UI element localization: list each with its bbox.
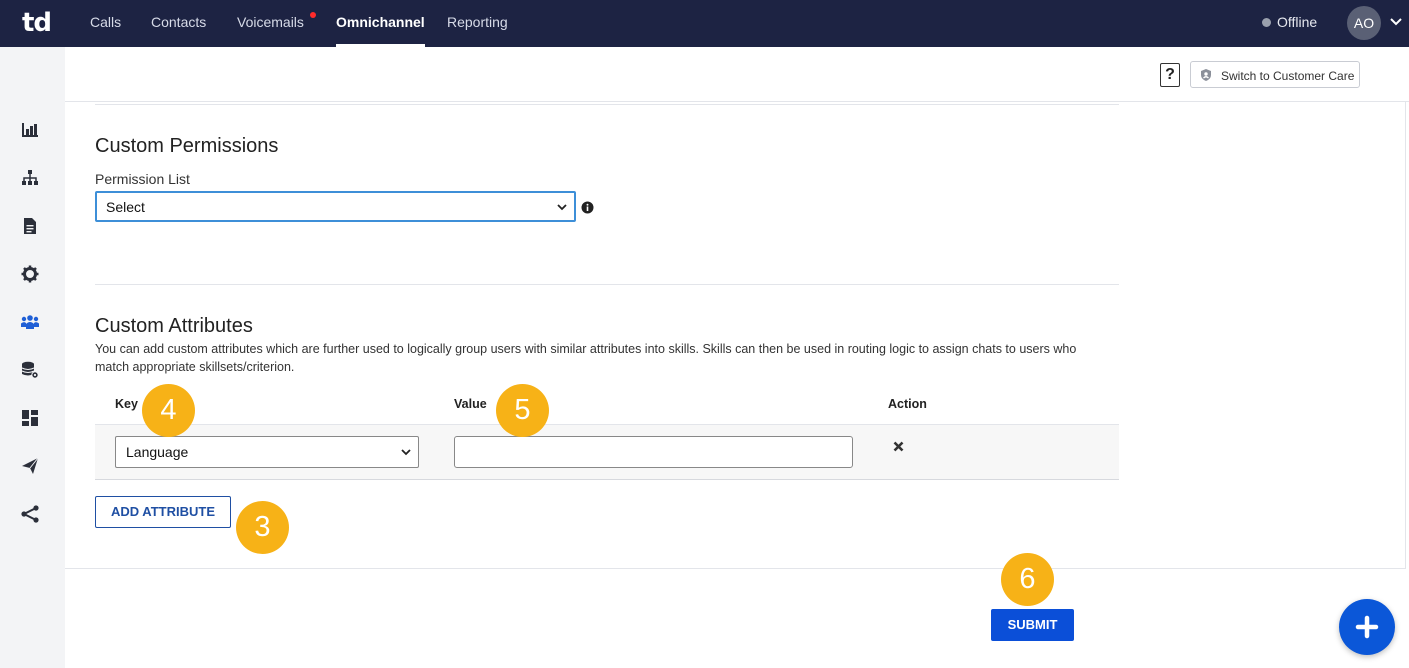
custom-attributes-description: You can add custom attributes which are … xyxy=(95,342,1077,374)
app-logo[interactable]: td xyxy=(22,8,52,38)
switch-to-customer-care-button[interactable]: Switch to Customer Care xyxy=(1190,61,1360,88)
custom-permissions-title: Custom Permissions xyxy=(95,135,279,157)
step-marker: 4 xyxy=(142,384,195,437)
send-icon[interactable] xyxy=(20,456,40,476)
user-avatar[interactable]: AO xyxy=(1347,6,1381,40)
card-border xyxy=(1405,102,1406,568)
document-icon[interactable] xyxy=(20,216,40,236)
switch-label: Switch to Customer Care xyxy=(1221,69,1355,83)
attribute-value-input[interactable] xyxy=(454,436,853,468)
floating-add-button[interactable] xyxy=(1339,599,1395,655)
column-header-value: Value xyxy=(454,397,487,411)
database-settings-icon[interactable] xyxy=(20,360,40,380)
add-attribute-button[interactable]: ADD ATTRIBUTE xyxy=(95,496,231,528)
step-marker: 6 xyxy=(1001,553,1054,606)
plus-icon xyxy=(1355,615,1379,639)
header-divider xyxy=(65,101,1409,102)
column-header-action: Action xyxy=(888,397,927,411)
close-icon[interactable] xyxy=(892,440,905,453)
nav-calls[interactable]: Calls xyxy=(90,0,121,47)
section-divider xyxy=(95,104,1119,105)
card-border-bottom xyxy=(65,568,1406,569)
org-chart-icon[interactable] xyxy=(20,168,40,188)
nav-contacts[interactable]: Contacts xyxy=(151,0,206,47)
top-navigation-bar: td Calls Contacts Voicemails Omnichannel… xyxy=(0,0,1409,47)
chevron-down-icon[interactable] xyxy=(1387,13,1405,31)
column-header-key: Key xyxy=(115,397,138,411)
custom-attributes-title: Custom Attributes xyxy=(95,315,253,337)
gear-icon[interactable] xyxy=(20,264,40,284)
voicemail-notification-dot xyxy=(310,12,316,18)
nav-omnichannel[interactable]: Omnichannel xyxy=(336,0,425,47)
permission-list-label: Permission List xyxy=(95,171,190,187)
step-marker: 5 xyxy=(496,384,549,437)
permission-select-value: Select xyxy=(106,199,145,215)
share-icon[interactable] xyxy=(20,504,40,524)
attribute-key-select[interactable]: Language xyxy=(115,436,419,468)
nav-voicemails[interactable]: Voicemails xyxy=(237,0,304,47)
shield-user-icon xyxy=(1201,69,1211,81)
section-divider xyxy=(95,284,1119,285)
help-button[interactable]: ? xyxy=(1160,63,1180,87)
users-icon[interactable] xyxy=(20,312,40,332)
sidebar xyxy=(0,47,65,668)
submit-button[interactable]: SUBMIT xyxy=(991,609,1074,641)
bar-chart-icon[interactable] xyxy=(20,120,40,140)
chevron-down-icon xyxy=(557,204,567,211)
permission-list-select[interactable]: Select xyxy=(95,191,576,222)
info-icon[interactable] xyxy=(581,201,594,214)
status-text[interactable]: Offline xyxy=(1277,14,1317,30)
step-marker: 3 xyxy=(236,501,289,554)
chevron-down-icon xyxy=(401,449,411,456)
attribute-key-value: Language xyxy=(126,444,189,460)
status-indicator xyxy=(1262,18,1271,27)
dashboard-icon[interactable] xyxy=(20,408,40,428)
nav-reporting[interactable]: Reporting xyxy=(447,0,508,47)
